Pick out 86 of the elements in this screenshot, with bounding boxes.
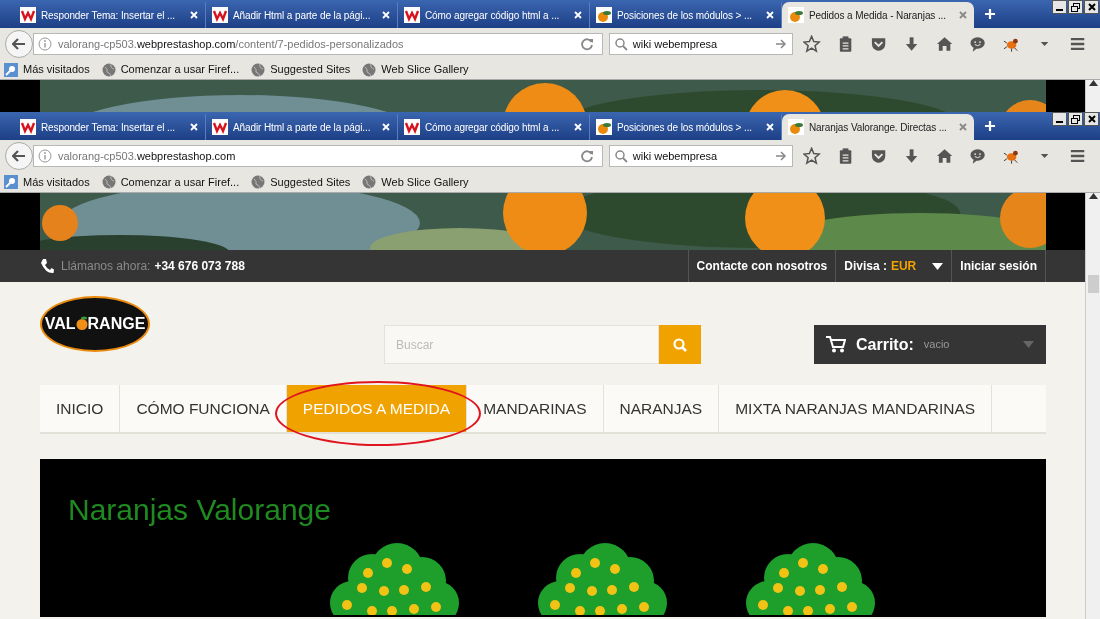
reload-icon[interactable] bbox=[579, 149, 594, 163]
fruit-icon bbox=[596, 119, 612, 135]
pocket-icon[interactable] bbox=[869, 147, 887, 165]
search-page-icon bbox=[4, 62, 18, 77]
back-arrow-icon bbox=[12, 38, 26, 50]
favicon-icon bbox=[20, 7, 36, 23]
new-tab-icon[interactable] bbox=[984, 120, 996, 132]
close-button[interactable] bbox=[1084, 112, 1099, 126]
restore-button[interactable] bbox=[1068, 112, 1083, 126]
favicon-icon bbox=[20, 119, 36, 135]
browser-tab[interactable]: Naranjas Valorange. Directas ... bbox=[782, 114, 974, 140]
pocket-icon[interactable] bbox=[869, 35, 887, 53]
back-arrow-icon bbox=[12, 150, 26, 162]
fruit-icon bbox=[596, 7, 612, 23]
fruit-icon bbox=[75, 316, 88, 330]
search-field[interactable]: wiki webempresa bbox=[608, 145, 794, 167]
scrollbar[interactable] bbox=[1085, 80, 1100, 112]
reload-icon[interactable] bbox=[579, 37, 594, 51]
fruit-icon bbox=[788, 7, 804, 23]
info-icon bbox=[38, 149, 52, 163]
address-bar[interactable]: valorang-cp503.webprestashop.com/content/7-pedidos-personalizados bbox=[33, 33, 603, 55]
search-icon bbox=[673, 337, 687, 352]
globe-icon bbox=[101, 62, 116, 77]
favicon-icon bbox=[404, 119, 420, 135]
minimize-button[interactable] bbox=[1052, 0, 1067, 14]
menu-icon[interactable] bbox=[1068, 147, 1086, 165]
menu-item[interactable]: MIXTA NARANJAS MANDARINAS bbox=[719, 385, 993, 432]
search-field[interactable]: wiki webempresa bbox=[608, 33, 794, 55]
globe-icon bbox=[362, 62, 377, 77]
bookmark-item[interactable]: Comenzar a usar Firef... bbox=[101, 61, 240, 78]
back-button[interactable] bbox=[5, 142, 33, 170]
close-icon bbox=[1087, 3, 1096, 11]
minimize-button[interactable] bbox=[1052, 112, 1067, 126]
chat-icon[interactable] bbox=[969, 147, 987, 165]
close-icon bbox=[1087, 115, 1096, 123]
go-arrow-icon[interactable] bbox=[775, 151, 788, 161]
restore-icon bbox=[1071, 2, 1080, 12]
globe-icon bbox=[251, 175, 266, 189]
go-arrow-icon[interactable] bbox=[775, 39, 788, 49]
menu-item[interactable]: INICIO bbox=[40, 385, 121, 432]
restore-icon bbox=[1071, 114, 1080, 124]
bookmark-star-icon[interactable] bbox=[803, 35, 821, 53]
call-label: Llámanos ahora: bbox=[61, 258, 151, 275]
caret-icon bbox=[932, 262, 944, 270]
caret-icon bbox=[1023, 341, 1034, 348]
banner-title: Naranjas Valorange bbox=[68, 495, 332, 525]
cart-button[interactable]: Carrito: vacio bbox=[814, 325, 1046, 364]
phone-number: +34 676 073 788 bbox=[154, 258, 245, 275]
bookmark-item[interactable]: Suggested Sites bbox=[251, 173, 351, 191]
favicon-icon bbox=[212, 7, 228, 23]
bookmark-item[interactable]: Web Slice Gallery bbox=[362, 61, 469, 78]
menu-item[interactable]: NARANJAS bbox=[603, 385, 720, 432]
bookmark-item[interactable]: Web Slice Gallery bbox=[362, 173, 469, 191]
back-button[interactable] bbox=[5, 30, 33, 58]
menu-icon[interactable] bbox=[1068, 35, 1086, 53]
favicon-icon bbox=[212, 119, 228, 135]
globe-icon bbox=[362, 175, 377, 189]
menu-item[interactable]: CÓMO FUNCIONA bbox=[120, 385, 287, 432]
search-icon bbox=[614, 149, 628, 163]
cart-icon bbox=[826, 336, 846, 353]
fruit-icon bbox=[788, 119, 804, 135]
search-field[interactable]: Buscar bbox=[384, 325, 659, 364]
home-icon[interactable] bbox=[936, 35, 954, 53]
search-icon bbox=[614, 37, 628, 51]
scrollbar[interactable] bbox=[1085, 193, 1100, 619]
address-bar[interactable]: valorang-cp503.webprestashop.com bbox=[33, 145, 603, 167]
favicon-icon bbox=[404, 7, 420, 23]
bookmark-item[interactable]: Más visitados bbox=[4, 173, 90, 191]
home-icon[interactable] bbox=[936, 147, 954, 165]
chat-icon[interactable] bbox=[969, 35, 987, 53]
bookmark-item[interactable]: Comenzar a usar Firef... bbox=[101, 173, 240, 191]
restore-button[interactable] bbox=[1068, 0, 1083, 14]
globe-icon bbox=[251, 62, 266, 77]
close-button[interactable] bbox=[1084, 0, 1099, 14]
bookmark-item[interactable]: Más visitados bbox=[4, 61, 90, 78]
info-icon bbox=[38, 37, 52, 51]
globe-icon bbox=[101, 175, 116, 189]
logo[interactable]: VAL RANGE bbox=[40, 296, 150, 352]
new-tab-icon[interactable] bbox=[984, 8, 996, 20]
menu-item[interactable]: MANDARINAS bbox=[467, 385, 604, 432]
bookmark-star-icon[interactable] bbox=[803, 147, 821, 165]
search-page-icon bbox=[4, 175, 18, 189]
scroll-thumb[interactable] bbox=[1087, 275, 1099, 293]
browser-tab[interactable]: Pedidos a Medida - Naranjas ... bbox=[782, 2, 974, 28]
phone-icon bbox=[40, 258, 54, 274]
bookmark-item[interactable]: Suggested Sites bbox=[251, 61, 351, 78]
